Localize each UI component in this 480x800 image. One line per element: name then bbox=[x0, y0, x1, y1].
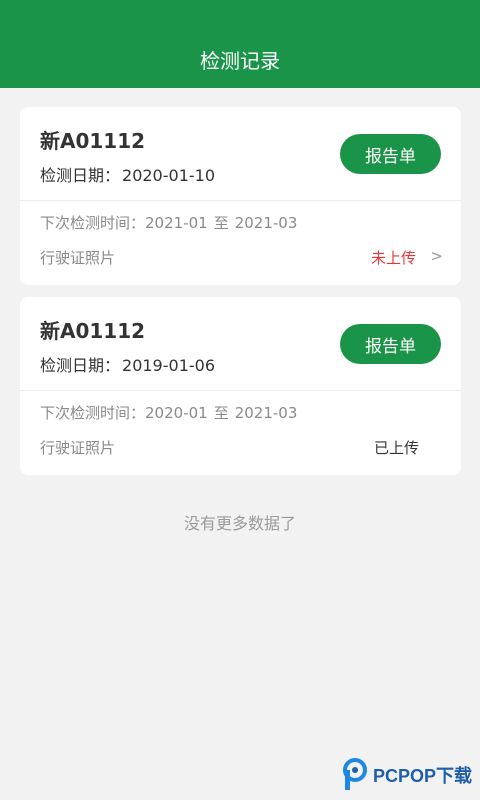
page-title: 检测记录 bbox=[200, 49, 280, 73]
report-button[interactable]: 报告单 bbox=[340, 324, 441, 364]
check-date: 检测日期： 2020-01-10 bbox=[40, 162, 215, 186]
next-check-to: 2021-03 bbox=[234, 404, 298, 422]
no-more-data-text: 没有更多数据了 bbox=[183, 514, 296, 533]
check-date-value: 2019-01-06 bbox=[122, 356, 215, 375]
next-check-label: 下次检测时间： bbox=[40, 214, 146, 232]
check-date-value: 2020-01-10 bbox=[122, 166, 215, 185]
next-check-to-label: 至 bbox=[213, 214, 229, 232]
report-button[interactable]: 报告单 bbox=[340, 134, 441, 174]
check-date-label: 检测日期： bbox=[40, 166, 121, 185]
next-check-time: 下次检测时间：2020-01 至 2021-03 bbox=[40, 402, 297, 423]
next-check-label: 下次检测时间： bbox=[40, 404, 146, 422]
next-check-time: 下次检测时间：2021-01 至 2021-03 bbox=[40, 212, 297, 233]
next-check-to-label: 至 bbox=[213, 404, 229, 422]
upload-status[interactable]: 未上传 bbox=[371, 247, 416, 268]
record-card-header: 新A01112 检测日期： 2019-01-06 报告单 bbox=[20, 297, 461, 391]
record-card-2: 新A01112 检测日期： 2019-01-06 报告单 下次检测时间：2020-… bbox=[20, 297, 461, 475]
upload-status: 已上传 bbox=[373, 439, 419, 457]
plate-number: 新A01112 bbox=[40, 319, 146, 343]
next-check-from: 2020-01 bbox=[145, 404, 208, 422]
check-date: 检测日期： 2019-01-06 bbox=[40, 352, 215, 376]
license-photo-label: 行驶证照片 bbox=[40, 249, 116, 267]
next-check-from: 2021-01 bbox=[145, 214, 208, 232]
record-card-1: 新A01112 检测日期： 2020-01-10 报告单 下次检测时间：2021-… bbox=[20, 107, 461, 285]
pcpop-logo-icon bbox=[342, 758, 367, 790]
watermark: PCPOP下载 bbox=[341, 758, 472, 792]
chevron-right-icon[interactable]: > bbox=[430, 247, 443, 265]
license-photo-label: 行驶证照片 bbox=[40, 439, 116, 457]
app-header: 检测记录 bbox=[0, 0, 480, 88]
check-date-label: 检测日期： bbox=[40, 356, 121, 375]
next-check-to: 2021-03 bbox=[234, 214, 298, 232]
watermark-brand: PCPOP下载 bbox=[372, 766, 472, 786]
record-card-header: 新A01112 检测日期： 2020-01-10 报告单 bbox=[20, 107, 461, 201]
plate-number: 新A01112 bbox=[40, 129, 146, 153]
record-card-footer: 下次检测时间：2020-01 至 2021-03 行驶证照片 已上传 bbox=[20, 391, 461, 475]
record-card-footer: 下次检测时间：2021-01 至 2021-03 行驶证照片 未上传 > bbox=[20, 201, 461, 285]
